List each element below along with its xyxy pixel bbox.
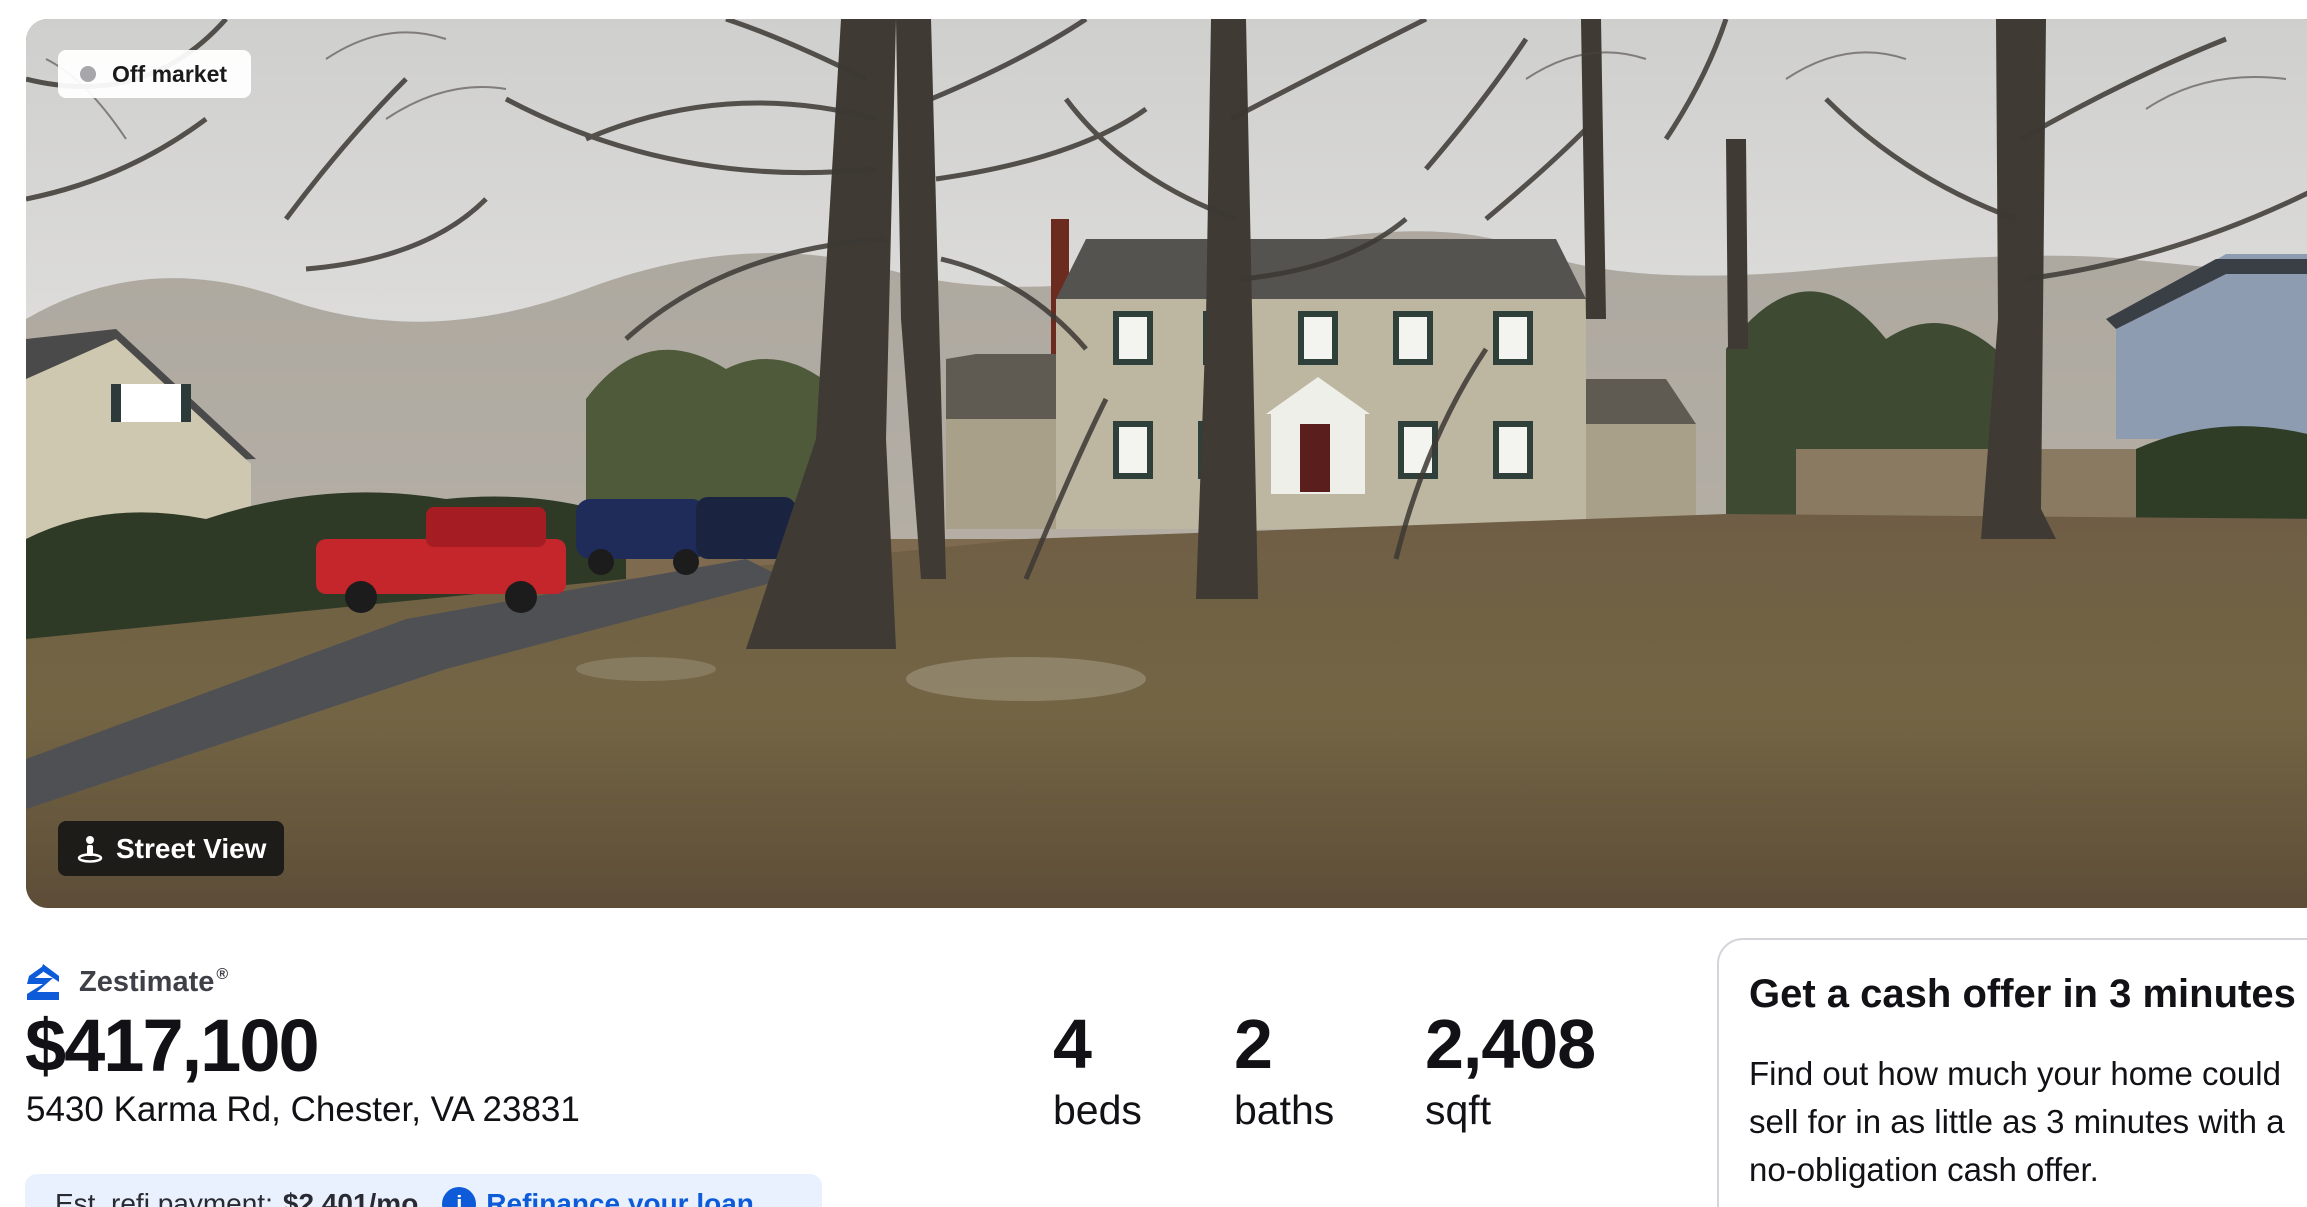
house-photo — [26, 19, 2307, 908]
hero-photo[interactable]: Off market Street View — [26, 19, 2307, 908]
cash-offer-card: Get a cash offer in 3 minutes Find out h… — [1717, 938, 2307, 1207]
zestimate-row: Zestimate ® — [25, 962, 228, 1002]
zestimate-registered-mark: ® — [216, 965, 229, 983]
refi-prefix: Est. refi payment: — [55, 1188, 273, 1207]
refinance-banner[interactable]: Est. refi payment: $2,401/mo i Refinance… — [25, 1174, 822, 1207]
refinance-link[interactable]: Refinance your loan — [486, 1188, 754, 1207]
status-badge: Off market — [58, 50, 252, 98]
fact-value: 2 — [1234, 1005, 1273, 1083]
fact-baths: 2 baths — [1234, 1007, 1334, 1134]
listing-page: Off market Street View Zestimate ® $417,1… — [0, 0, 2307, 1207]
property-address: 5430 Karma Rd, Chester, VA 23831 — [26, 1090, 580, 1129]
fact-label: baths — [1234, 1087, 1335, 1133]
street-view-label: Street View — [116, 832, 267, 864]
fact-label: sqft — [1425, 1087, 1492, 1133]
zestimate-price: $417,100 — [25, 1004, 320, 1087]
pegman-icon — [77, 835, 103, 863]
refi-amount: $2,401/mo — [282, 1188, 419, 1207]
status-dot-icon — [80, 66, 96, 82]
fact-value: 4 — [1053, 1005, 1092, 1083]
offer-body: Find out how much your home could sell f… — [1749, 1055, 2285, 1188]
status-label: Off market — [112, 60, 228, 87]
fact-value: 2,408 — [1425, 1005, 1596, 1083]
offer-title: Get a cash offer in 3 minutes — [1749, 972, 2296, 1016]
fact-sqft: 2,408 sqft — [1425, 1005, 1596, 1134]
info-icon[interactable]: i — [442, 1187, 477, 1207]
street-view-button[interactable]: Street View — [58, 821, 285, 876]
fact-beds: 4 beds — [1053, 1007, 1142, 1134]
zillow-z-logo-icon — [27, 964, 59, 1000]
fact-label: beds — [1053, 1087, 1142, 1133]
zestimate-label: Zestimate ® — [79, 965, 229, 998]
